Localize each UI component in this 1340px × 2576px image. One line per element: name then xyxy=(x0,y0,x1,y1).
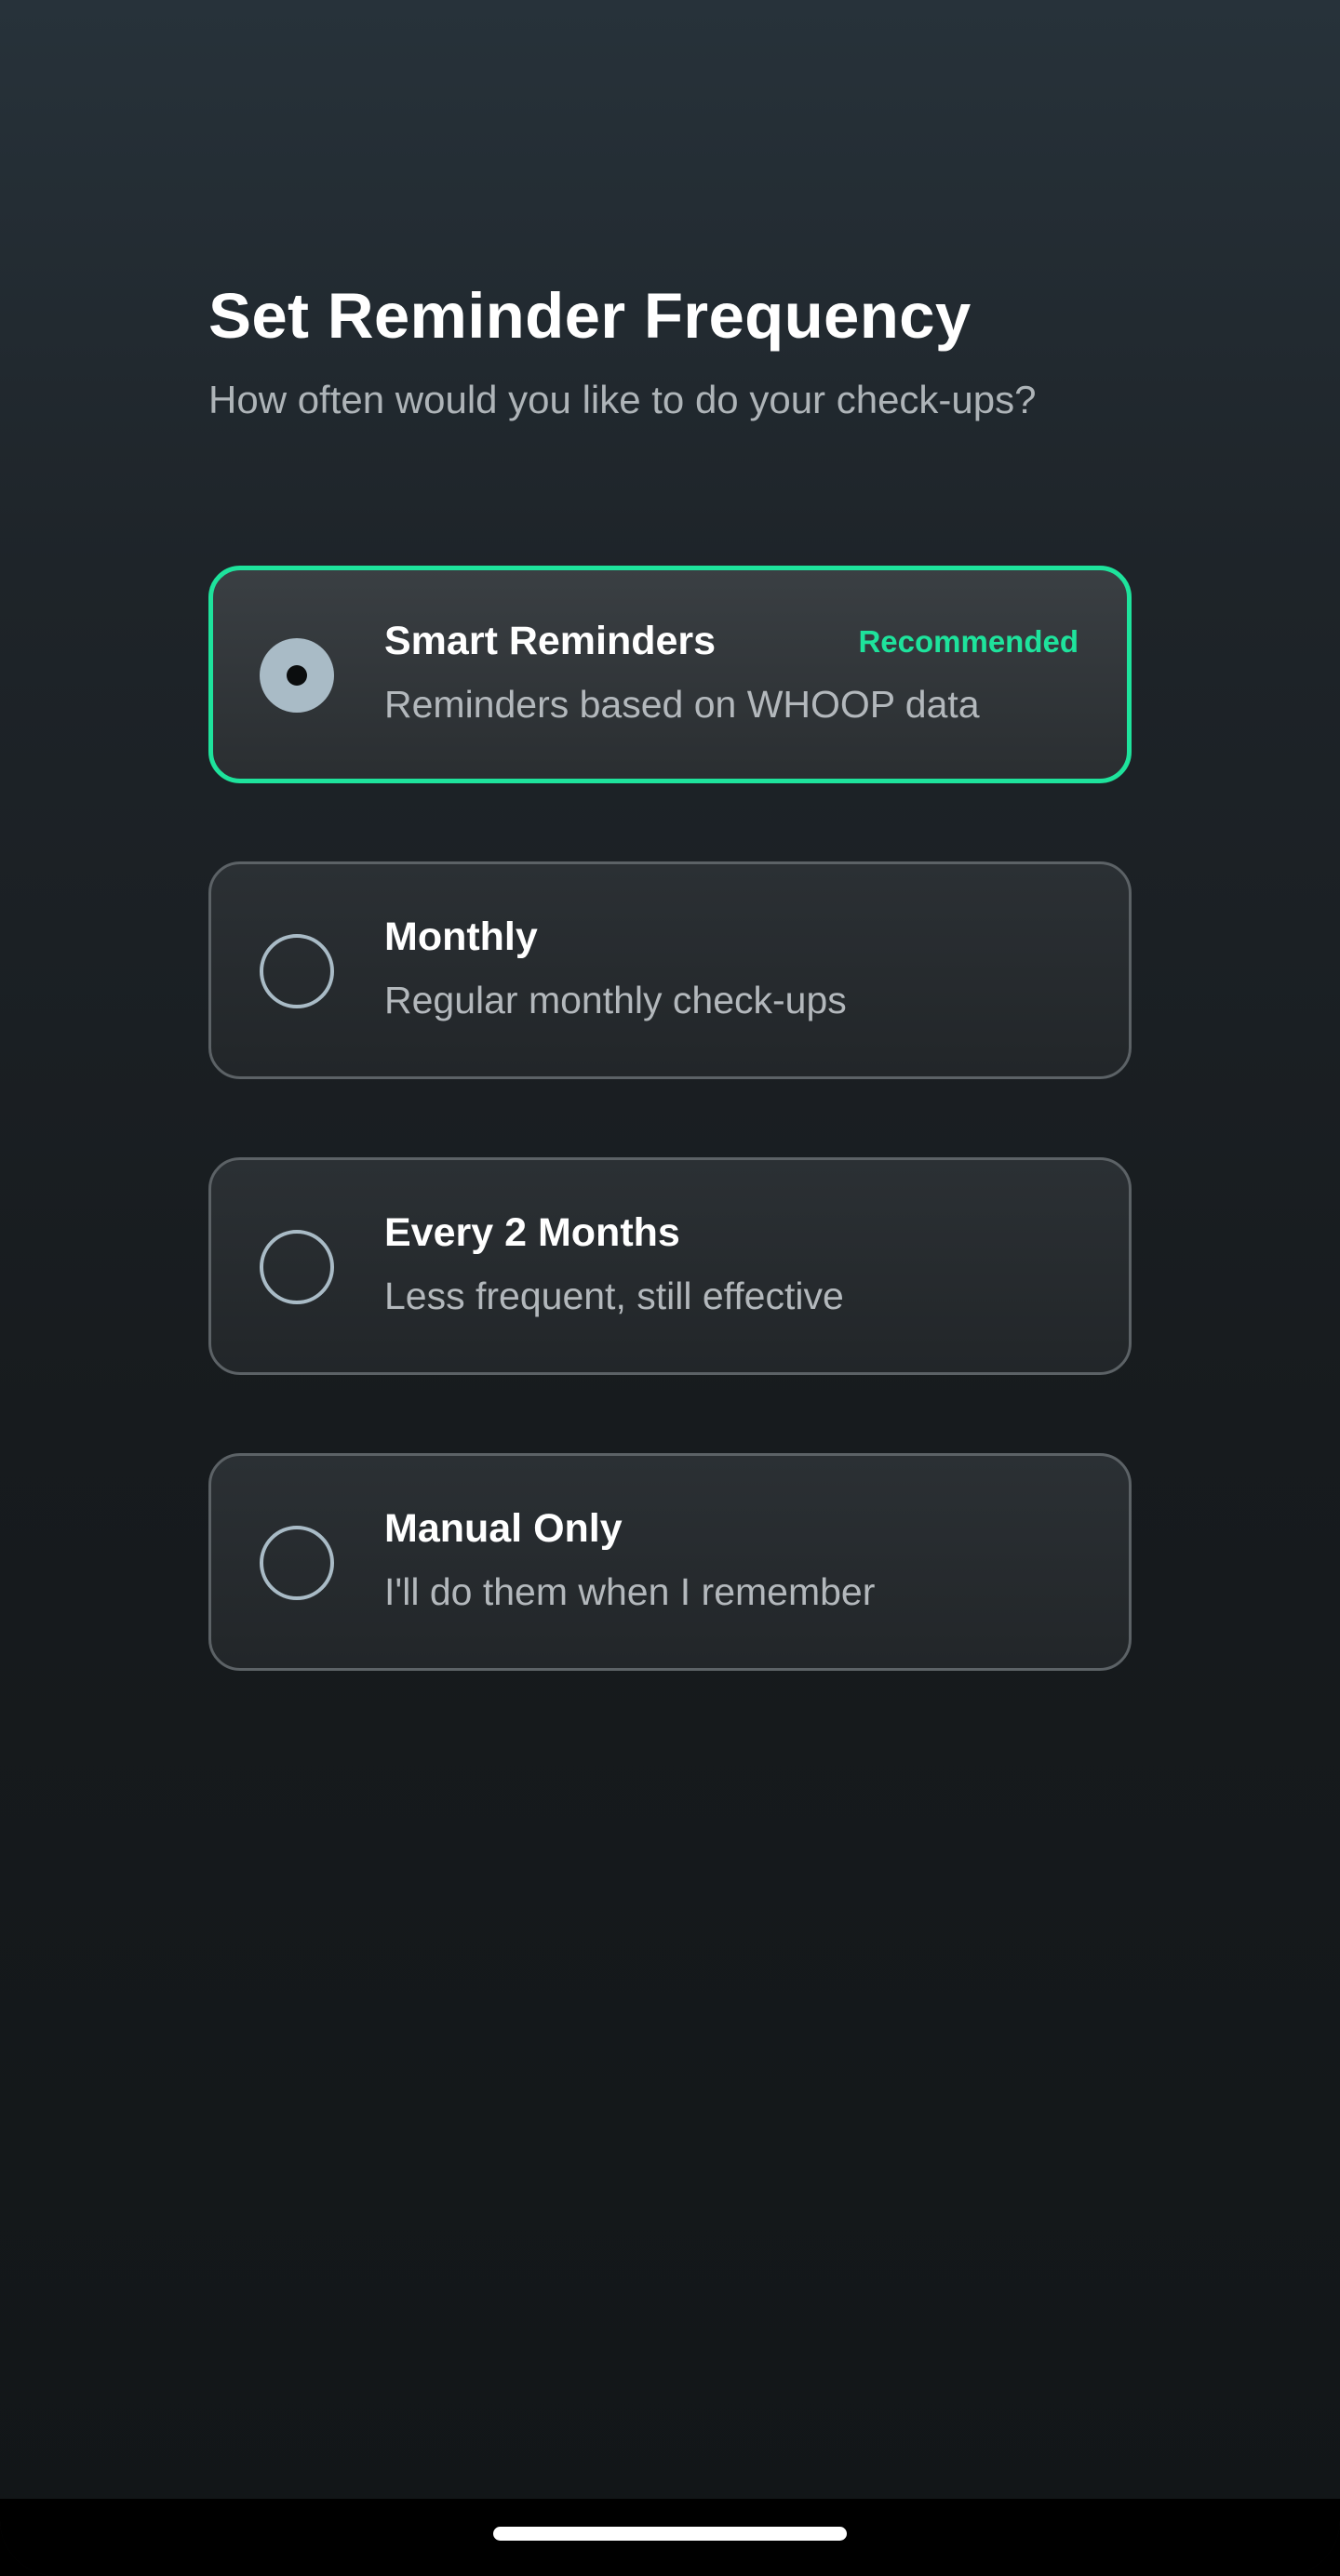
page-title: Set Reminder Frequency xyxy=(208,280,972,352)
radio-selected-icon[interactable] xyxy=(260,638,334,713)
recommended-badge: Recommended xyxy=(858,624,1079,659)
radio-unselected-icon[interactable] xyxy=(260,934,334,1008)
system-navigation-bar xyxy=(0,2499,1340,2576)
option-title: Manual Only xyxy=(384,1506,623,1551)
radio-unselected-icon[interactable] xyxy=(260,1526,334,1600)
option-title: Monthly xyxy=(384,914,538,959)
radio-dot xyxy=(287,665,307,686)
page-subtitle: How often would you like to do your chec… xyxy=(208,378,1037,421)
reminder-frequency-screen: Set Reminder Frequency How often would y… xyxy=(0,0,1340,2576)
option-description: Reminders based on WHOOP data xyxy=(384,683,980,726)
option-text: Monthly Regular monthly check-ups xyxy=(384,911,847,1026)
option-title: Every 2 Months xyxy=(384,1210,680,1255)
option-description: Less frequent, still effective xyxy=(384,1275,844,1317)
option-smart-reminders[interactable]: Smart Reminders Reminders based on WHOOP… xyxy=(208,566,1132,783)
frequency-options: Smart Reminders Reminders based on WHOOP… xyxy=(208,566,1132,1749)
radio-unselected-icon[interactable] xyxy=(260,1230,334,1304)
option-every-2-months[interactable]: Every 2 Months Less frequent, still effe… xyxy=(208,1157,1132,1375)
option-text: Every 2 Months Less frequent, still effe… xyxy=(384,1207,844,1322)
option-description: Regular monthly check-ups xyxy=(384,979,847,1021)
option-manual-only[interactable]: Manual Only I'll do them when I remember xyxy=(208,1453,1132,1671)
option-description: I'll do them when I remember xyxy=(384,1570,876,1613)
home-indicator[interactable] xyxy=(493,2527,847,2541)
option-monthly[interactable]: Monthly Regular monthly check-ups xyxy=(208,861,1132,1079)
header: Set Reminder Frequency How often would y… xyxy=(208,279,1139,426)
option-text: Manual Only I'll do them when I remember xyxy=(384,1502,875,1618)
